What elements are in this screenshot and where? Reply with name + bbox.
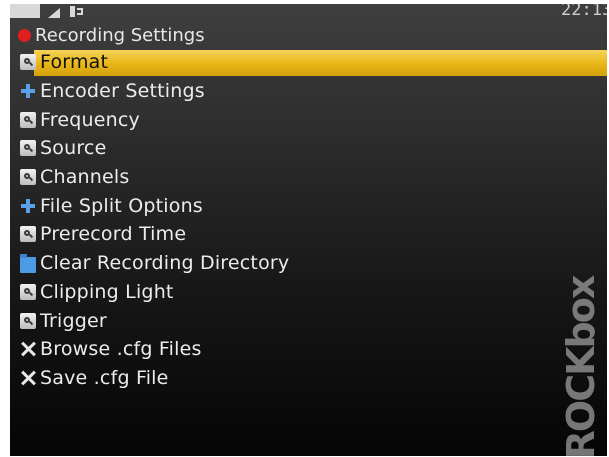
setting-icon bbox=[20, 226, 36, 243]
menu-item-label: Format bbox=[40, 51, 109, 74]
volume-icon bbox=[48, 8, 60, 18]
menu-item-encoder-settings[interactable]: Encoder Settings bbox=[10, 77, 607, 106]
menu-item-clear-recording-directory[interactable]: Clear Recording Directory bbox=[10, 249, 607, 278]
menu-item-clipping-light[interactable]: Clipping Light bbox=[10, 278, 607, 307]
menu-item-label: Source bbox=[40, 137, 107, 160]
rockbox-logo: ROCKbox bbox=[559, 277, 603, 456]
menu-item-label: Clipping Light bbox=[40, 280, 174, 303]
setting-icon bbox=[20, 283, 36, 300]
folder-icon bbox=[20, 253, 36, 273]
menu-title: Recording Settings bbox=[35, 24, 205, 46]
menu-item-trigger[interactable]: Trigger bbox=[10, 306, 607, 335]
menu-item-format[interactable]: Format bbox=[10, 48, 607, 77]
menu-item-file-split-options[interactable]: File Split Options bbox=[10, 191, 607, 220]
selection-highlight bbox=[34, 50, 607, 76]
menu-item-save-cfg-file[interactable]: Save .cfg File bbox=[10, 364, 607, 393]
tools-icon bbox=[20, 370, 36, 386]
menu-item-frequency[interactable]: Frequency bbox=[10, 105, 607, 134]
rockbox-screen: 22:13 Recording Settings Format Encoder … bbox=[10, 4, 607, 456]
setting-icon bbox=[20, 312, 36, 329]
menu-item-browse-cfg-files[interactable]: Browse .cfg Files bbox=[10, 335, 607, 364]
settings-menu: Format Encoder Settings Frequency Source… bbox=[10, 48, 607, 392]
menu-item-label: Browse .cfg Files bbox=[40, 338, 202, 361]
menu-item-label: Save .cfg File bbox=[40, 366, 169, 389]
rockbox-logo-text: ROCKbox bbox=[559, 276, 603, 456]
menu-item-channels[interactable]: Channels bbox=[10, 163, 607, 192]
menu-item-label: Clear Recording Directory bbox=[40, 252, 290, 275]
repeat-icon bbox=[70, 6, 84, 17]
plus-icon bbox=[20, 198, 36, 214]
clock-time: 22:13 bbox=[561, 4, 607, 20]
setting-icon bbox=[20, 140, 36, 157]
menu-item-label: Encoder Settings bbox=[40, 80, 205, 103]
setting-icon bbox=[20, 54, 36, 71]
tools-icon bbox=[20, 341, 36, 357]
menu-item-label: Frequency bbox=[40, 108, 140, 131]
battery-icon bbox=[10, 4, 40, 18]
menu-item-prerecord-time[interactable]: Prerecord Time bbox=[10, 220, 607, 249]
menu-header: Recording Settings bbox=[10, 22, 205, 48]
menu-item-label: Prerecord Time bbox=[40, 223, 187, 246]
menu-item-label: File Split Options bbox=[40, 194, 203, 217]
status-bar: 22:13 bbox=[10, 4, 607, 24]
menu-item-label: Channels bbox=[40, 166, 130, 189]
record-dot-icon bbox=[18, 28, 31, 42]
setting-icon bbox=[20, 169, 36, 186]
setting-icon bbox=[20, 111, 36, 128]
menu-item-label: Trigger bbox=[40, 309, 107, 332]
menu-item-source[interactable]: Source bbox=[10, 134, 607, 163]
plus-icon bbox=[20, 83, 36, 99]
